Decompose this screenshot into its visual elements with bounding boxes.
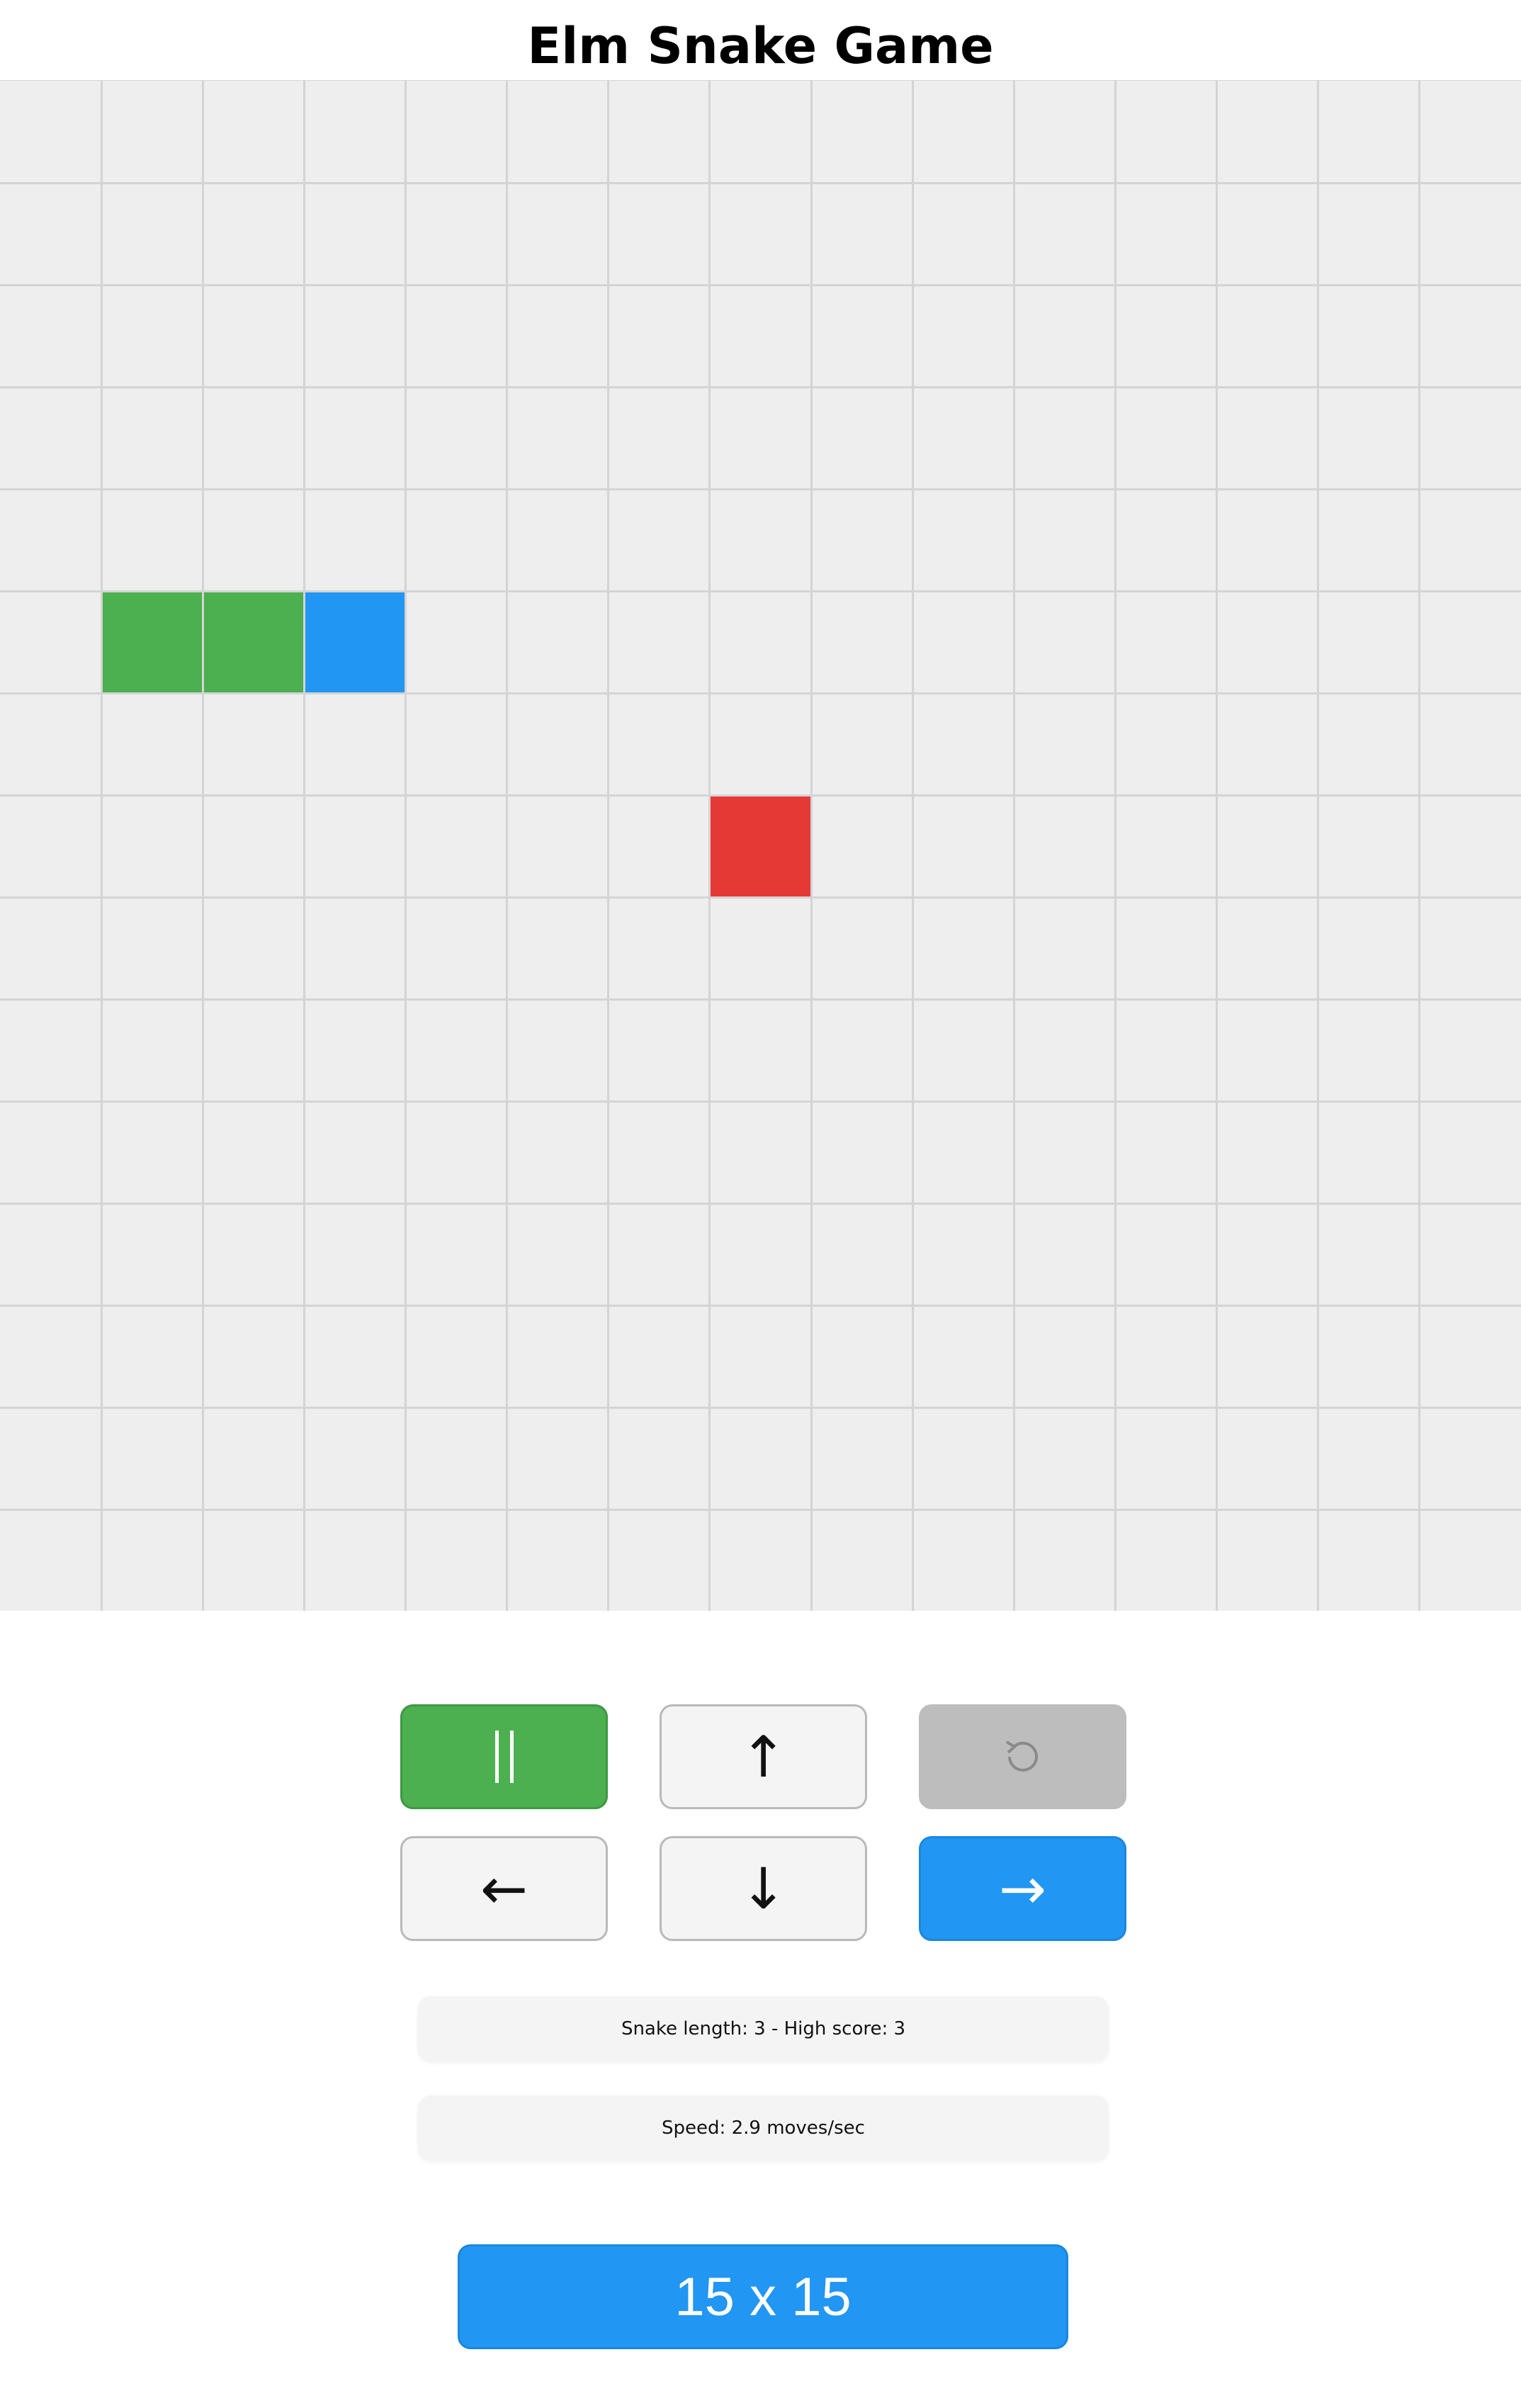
speed-status: Speed: 2.9 moves/sec [418, 2095, 1109, 2161]
grid-line-vertical [1012, 81, 1015, 1611]
grid-line-vertical [302, 81, 305, 1611]
grid-line-horizontal [0, 283, 1521, 286]
restart-button[interactable] [919, 1704, 1126, 1809]
arrow-up-icon: ↑ [739, 1723, 788, 1790]
pause-button[interactable] [400, 1704, 608, 1809]
grid-line-horizontal [0, 896, 1521, 899]
grid-line-horizontal [0, 1406, 1521, 1409]
snake-segment [102, 592, 202, 692]
grid-line-horizontal [0, 1304, 1521, 1307]
left-button[interactable]: ← [400, 1836, 608, 1941]
food-item [711, 796, 810, 896]
grid-line-horizontal [0, 1202, 1521, 1205]
grid-line-vertical [911, 81, 914, 1611]
grid-line-vertical [506, 81, 509, 1611]
grid-size-label: 15 x 15 [674, 2266, 852, 2327]
grid-line-vertical [1317, 81, 1320, 1611]
down-button[interactable]: ↓ [660, 1836, 867, 1941]
length-status: Snake length: 3 - High score: 3 [418, 1996, 1109, 2061]
grid-line-vertical [1114, 81, 1116, 1611]
grid-line-horizontal [0, 1508, 1521, 1511]
page: Elm Snake Game ↑ ← ↓ → Snake length: 3 -… [0, 0, 1521, 2408]
game-board[interactable] [0, 80, 1521, 1611]
pause-icon [494, 1731, 514, 1783]
grid-line-vertical [1418, 81, 1421, 1611]
page-title: Elm Snake Game [527, 17, 994, 75]
arrow-down-icon: ↓ [739, 1855, 788, 1922]
up-button[interactable]: ↑ [660, 1704, 867, 1809]
grid-line-horizontal [0, 1100, 1521, 1103]
grid-line-horizontal [0, 998, 1521, 1001]
grid-line-vertical [1216, 81, 1219, 1611]
grid-line-vertical [201, 81, 204, 1611]
restart-icon [1000, 1733, 1046, 1780]
grid-line-horizontal [0, 488, 1521, 490]
snake-head [305, 592, 405, 692]
right-button[interactable]: → [919, 1836, 1126, 1941]
grid-size-button[interactable]: 15 x 15 [458, 2244, 1068, 2349]
arrow-left-icon: ← [480, 1855, 528, 1922]
grid-line-vertical [405, 81, 407, 1611]
arrow-right-icon: → [998, 1855, 1047, 1922]
grid-line-vertical [100, 81, 103, 1611]
grid-line-horizontal [0, 386, 1521, 388]
length-status-text: Snake length: 3 - High score: 3 [621, 2018, 906, 2040]
snake-segment [203, 592, 303, 692]
grid-line-vertical [810, 81, 813, 1611]
grid-line-vertical [607, 81, 610, 1611]
speed-status-text: Speed: 2.9 moves/sec [662, 2117, 865, 2139]
grid-line-horizontal [0, 181, 1521, 184]
grid-line-horizontal [0, 692, 1521, 694]
